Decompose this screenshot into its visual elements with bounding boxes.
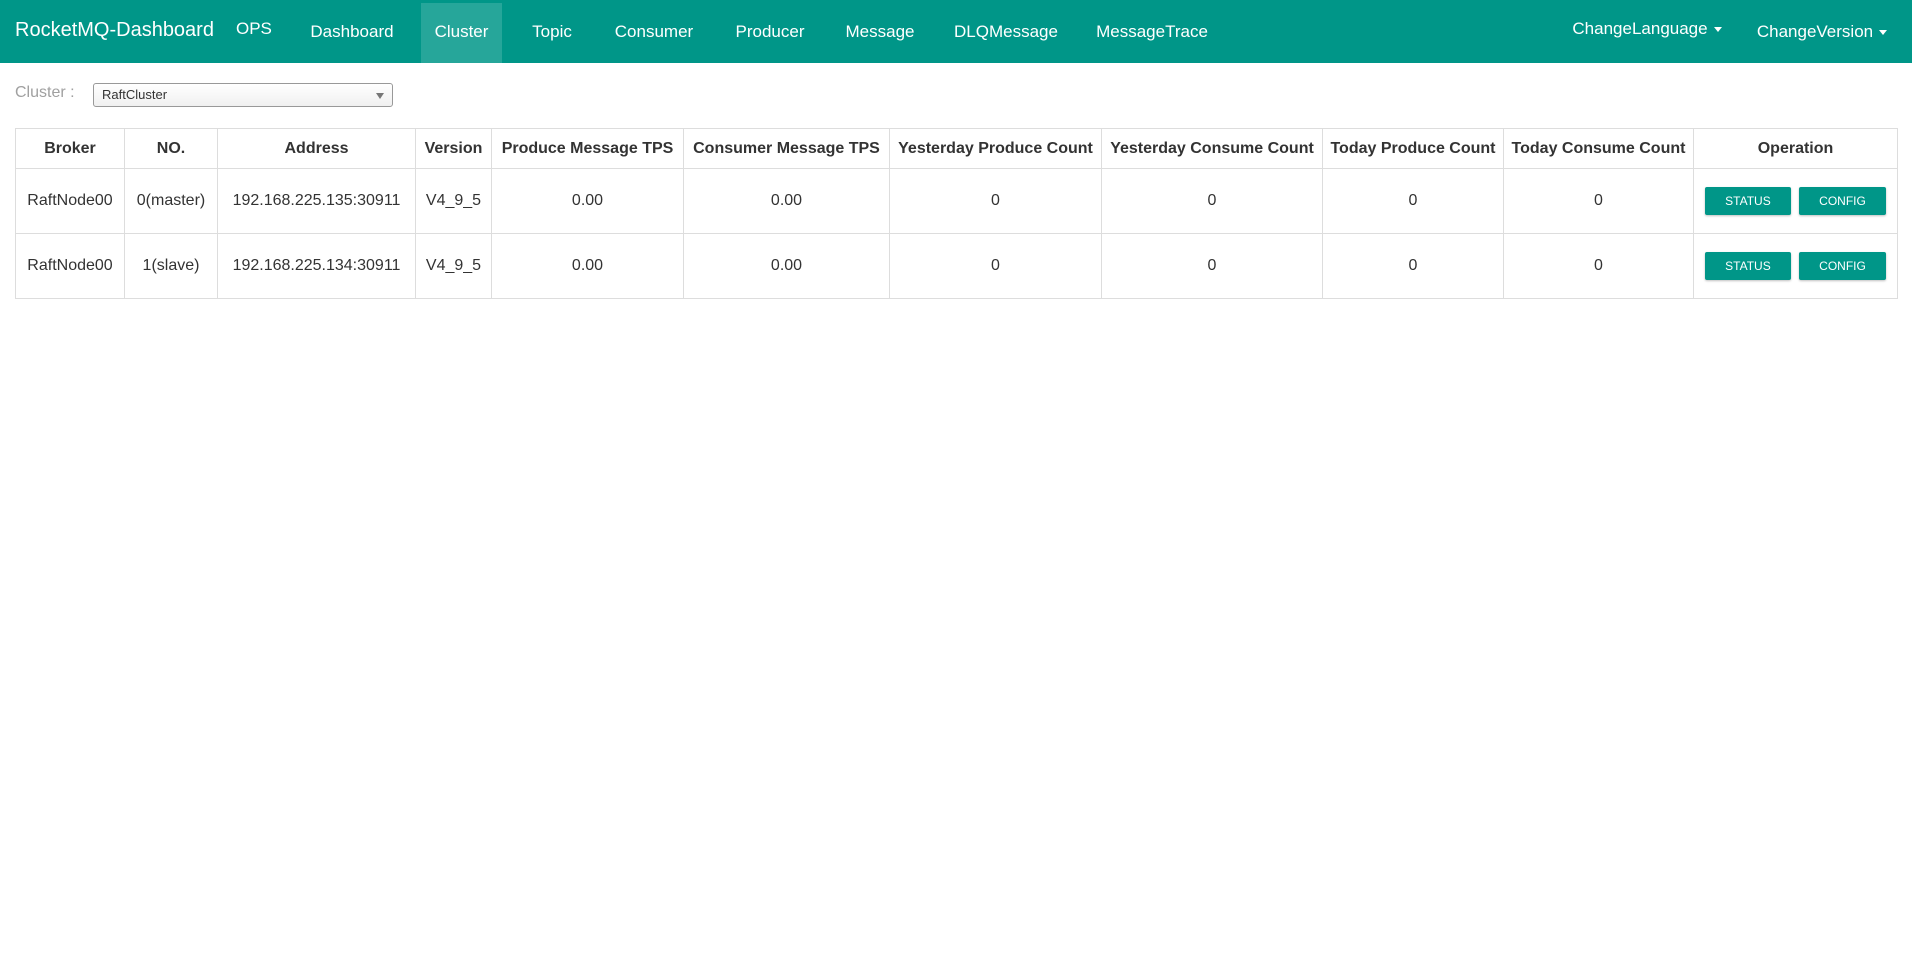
cell-produce-tps: 0.00 — [491, 168, 684, 234]
header-consumer-tps: Consumer Message TPS — [683, 128, 890, 169]
header-today-consume: Today Consume Count — [1503, 128, 1694, 169]
cell-consumer-tps: 0.00 — [683, 233, 890, 299]
header-yesterday-consume: Yesterday Consume Count — [1101, 128, 1323, 169]
cell-no: 1(slave) — [124, 233, 218, 299]
caret-down-icon — [1879, 30, 1888, 36]
cell-today-produce: 0 — [1322, 233, 1504, 299]
brand-title[interactable]: RocketMQ-Dashboard — [15, 19, 214, 41]
cell-no: 0(master) — [124, 168, 218, 234]
header-yesterday-produce: Yesterday Produce Count — [889, 128, 1102, 169]
status-button[interactable]: STATUS — [1705, 252, 1791, 280]
header-produce-tps: Produce Message TPS — [491, 128, 684, 169]
nav-item-messagetrace[interactable]: MessageTrace — [1088, 3, 1216, 63]
table-row: RaftNode00 1(slave) 192.168.225.134:3091… — [15, 233, 1898, 299]
header-no: NO. — [124, 128, 218, 169]
nav-item-topic[interactable]: Topic — [518, 3, 586, 63]
nav-item-dlqmessage[interactable]: DLQMessage — [942, 3, 1070, 63]
cell-address: 192.168.225.134:30911 — [217, 233, 416, 299]
dropdown-arrow-icon — [376, 93, 384, 99]
nav-item-message[interactable]: Message — [836, 3, 924, 63]
cell-address: 192.168.225.135:30911 — [217, 168, 416, 234]
change-version-dropdown[interactable]: ChangeVersion — [1752, 3, 1892, 63]
cell-operation: STATUS CONFIG — [1693, 233, 1898, 299]
cell-version: V4_9_5 — [415, 233, 492, 299]
nav-item-cluster[interactable]: Cluster — [421, 3, 502, 63]
cell-today-consume: 0 — [1503, 168, 1694, 234]
table-header-row: Broker NO. Address Version Produce Messa… — [15, 128, 1898, 169]
cell-yesterday-consume: 0 — [1101, 233, 1323, 299]
change-version-label: ChangeVersion — [1756, 22, 1874, 41]
cell-yesterday-produce: 0 — [889, 233, 1102, 299]
cell-broker: RaftNode00 — [15, 233, 125, 299]
cell-consumer-tps: 0.00 — [683, 168, 890, 234]
status-button[interactable]: STATUS — [1705, 187, 1791, 215]
cluster-filter-label: Cluster : — [15, 84, 75, 101]
table-row: RaftNode00 0(master) 192.168.225.135:309… — [15, 168, 1898, 234]
cell-version: V4_9_5 — [415, 168, 492, 234]
change-language-dropdown[interactable]: ChangeLanguage — [1567, 0, 1727, 60]
nav-item-ops[interactable]: OPS — [236, 0, 272, 60]
config-button[interactable]: CONFIG — [1799, 252, 1886, 280]
cell-today-produce: 0 — [1322, 168, 1504, 234]
caret-down-icon — [1713, 27, 1722, 33]
config-button[interactable]: CONFIG — [1799, 187, 1886, 215]
nav-item-dashboard[interactable]: Dashboard — [297, 3, 407, 63]
top-navbar: RocketMQ-Dashboard OPS Dashboard Cluster… — [0, 0, 1912, 63]
change-language-label: ChangeLanguage — [1572, 19, 1708, 38]
cell-operation: STATUS CONFIG — [1693, 168, 1898, 234]
cell-yesterday-consume: 0 — [1101, 168, 1323, 234]
cluster-select[interactable]: RaftCluster — [93, 83, 393, 107]
broker-table-container: Broker NO. Address Version Produce Messa… — [15, 128, 1898, 299]
header-today-produce: Today Produce Count — [1322, 128, 1504, 169]
cluster-select-value: RaftCluster — [102, 87, 168, 102]
cell-today-consume: 0 — [1503, 233, 1694, 299]
header-broker: Broker — [15, 128, 125, 169]
nav-item-consumer[interactable]: Consumer — [604, 3, 704, 63]
nav-item-producer[interactable]: Producer — [720, 3, 820, 63]
cell-yesterday-produce: 0 — [889, 168, 1102, 234]
header-address: Address — [217, 128, 416, 169]
cell-produce-tps: 0.00 — [491, 233, 684, 299]
cell-broker: RaftNode00 — [15, 168, 125, 234]
header-version: Version — [415, 128, 492, 169]
broker-table: Broker NO. Address Version Produce Messa… — [15, 128, 1898, 299]
header-operation: Operation — [1693, 128, 1898, 169]
